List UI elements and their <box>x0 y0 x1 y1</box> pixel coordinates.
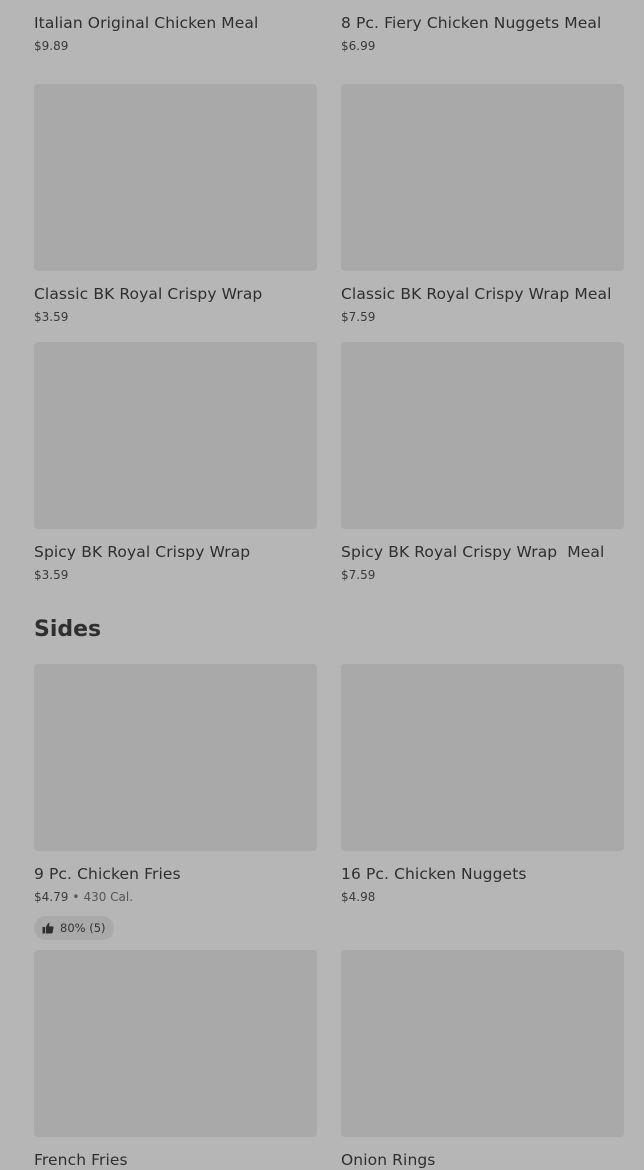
menu-item-price: $6.99 <box>341 39 376 53</box>
menu-item-image <box>34 84 317 271</box>
menu-item-price: $7.59 <box>341 310 376 324</box>
menu-item-price-and-calories: $4.79 • 430 Cal. <box>34 889 133 905</box>
menu-item-name: Spicy BK Royal Crispy Wrap Meal <box>341 543 605 561</box>
menu-item-price: $9.89 <box>34 39 69 53</box>
menu-item-price: $3.59 <box>34 568 69 582</box>
menu-item-name: Classic BK Royal Crispy Wrap <box>34 285 263 303</box>
menu-item-name: 8 Pc. Fiery Chicken Nuggets Meal <box>341 14 602 32</box>
rating-badge: 80% (5) <box>34 916 114 940</box>
menu-item-name: Onion Rings <box>341 1151 436 1169</box>
menu-item-name: Classic BK Royal Crispy Wrap Meal <box>341 285 612 303</box>
meta-separator: • <box>72 890 80 904</box>
menu-item-name: 16 Pc. Chicken Nuggets <box>341 865 527 883</box>
section-title-sides: Sides <box>34 617 102 642</box>
menu-item-price: $4.79 <box>34 890 69 904</box>
menu-item-name: Italian Original Chicken Meal <box>34 14 259 32</box>
menu-item-name: 9 Pc. Chicken Fries <box>34 865 181 883</box>
menu-item-calories: 430 Cal. <box>83 890 134 904</box>
menu-item-image <box>341 950 624 1137</box>
thumbs-up-icon <box>42 922 54 934</box>
menu-item-image <box>341 664 624 851</box>
menu-item-price: $4.98 <box>341 890 376 904</box>
menu-item-image <box>34 664 317 851</box>
menu-item-name: French Fries <box>34 1151 128 1169</box>
menu-item-price: $7.59 <box>341 568 376 582</box>
menu-item-image <box>34 950 317 1137</box>
menu-item-name: Spicy BK Royal Crispy Wrap <box>34 543 251 561</box>
menu-item-image <box>341 84 624 271</box>
menu-item-price: $3.59 <box>34 310 69 324</box>
menu-item-image <box>34 342 317 529</box>
menu-item-image <box>341 342 624 529</box>
rating-text: 80% (5) <box>60 921 106 935</box>
